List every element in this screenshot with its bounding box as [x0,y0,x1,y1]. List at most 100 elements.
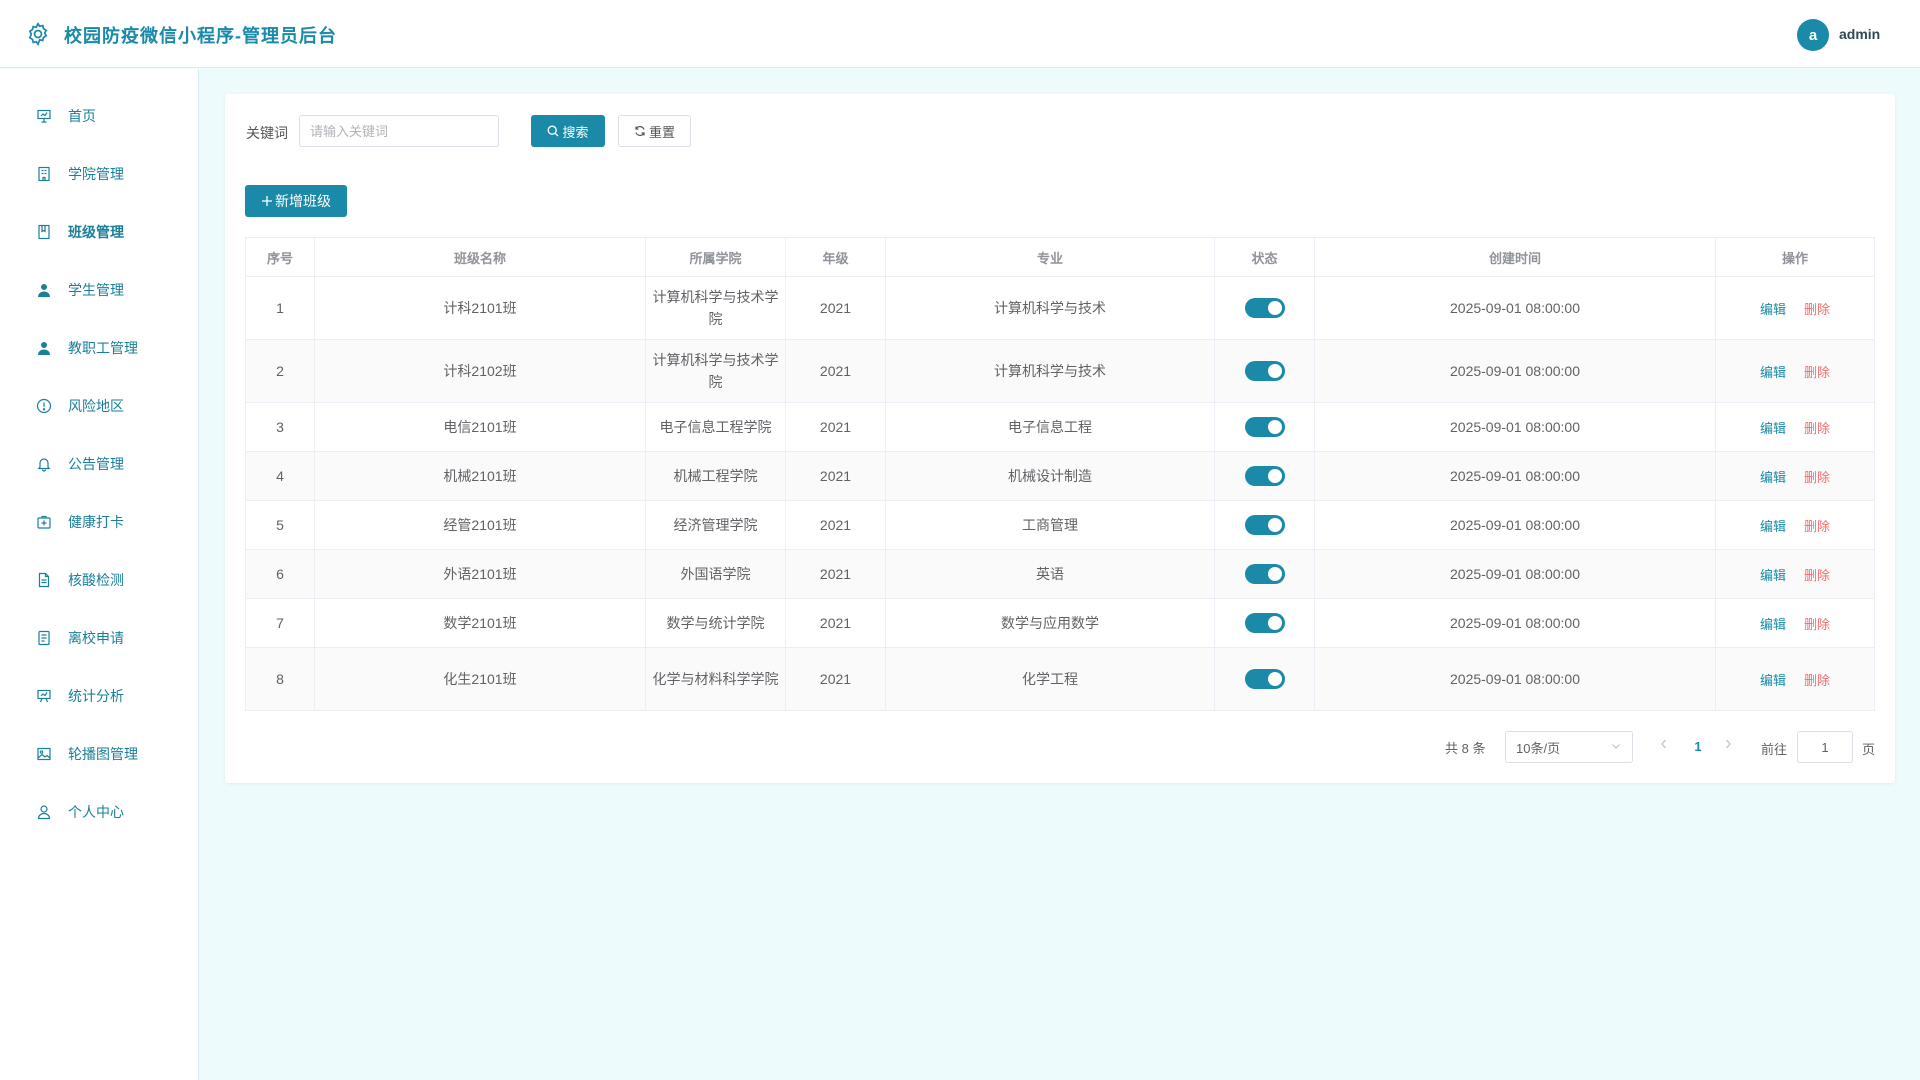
cell-name: 数学2101班 [314,598,646,648]
cell-major: 工商管理 [885,500,1215,550]
sidebar-item-home[interactable]: 首页 [0,94,199,138]
status-toggle[interactable] [1244,361,1285,381]
add-class-button-label: 新增班级 [275,193,331,209]
delete-link[interactable]: 删除 [1804,302,1830,317]
edit-link[interactable]: 编辑 [1760,470,1786,485]
delete-link[interactable]: 删除 [1804,421,1830,436]
edit-link[interactable]: 编辑 [1760,421,1786,436]
sidebar-item-notice[interactable]: 公告管理 [0,442,199,486]
sidebar: 首页 学院管理 班级管理 学生管理 教职工管理 风险地区 公告管理 健康打卡 核… [0,69,199,1080]
delete-link[interactable]: 删除 [1804,365,1830,380]
first-aid-kit-icon [37,515,51,529]
bell-icon [37,458,51,472]
cell-college: 化学与材料科学学院 [645,647,786,711]
edit-link[interactable]: 编辑 [1760,519,1786,534]
sidebar-item-profile[interactable]: 个人中心 [0,790,199,834]
edit-link[interactable]: 编辑 [1760,365,1786,380]
cell-grade: 2021 [785,598,886,648]
sidebar-item-carousel[interactable]: 轮播图管理 [0,732,199,776]
cell-grade: 2021 [785,339,886,403]
edit-link[interactable]: 编辑 [1760,568,1786,583]
cell-created: 2025-09-01 08:00:00 [1314,402,1716,452]
cell-created: 2025-09-01 08:00:00 [1314,500,1716,550]
user-filled-icon [38,342,50,355]
cell-grade: 2021 [785,276,886,340]
app-title: 校园防疫微信小程序-管理员后台 [64,26,337,46]
sidebar-item-label: 统计分析 [68,688,124,704]
column-header-college: 所属学院 [645,237,786,277]
class-table: 序号 班级名称 所属学院 年级 专业 状态 创建时间 操作 1 计科2101班 … [245,237,1875,711]
cell-grade: 2021 [785,549,886,599]
status-toggle[interactable] [1244,466,1285,486]
college-text: 计算机科学与技术学院 [652,289,779,327]
cell-name: 计科2101班 [314,276,646,340]
cell-actions: 编辑 删除 [1715,402,1875,452]
sidebar-item-class[interactable]: 班级管理 [0,210,199,254]
delete-link[interactable]: 删除 [1804,470,1830,485]
status-toggle[interactable] [1244,669,1285,689]
warning-circle-icon [36,398,52,414]
cell-created: 2025-09-01 08:00:00 [1314,339,1716,403]
keyword-input[interactable] [299,115,499,147]
sidebar-item-risk-area[interactable]: 风险地区 [0,384,199,428]
edit-link[interactable]: 编辑 [1760,617,1786,632]
plus-icon [262,196,272,206]
cell-major: 计算机科学与技术 [885,339,1215,403]
cell-created: 2025-09-01 08:00:00 [1314,598,1716,648]
sidebar-item-label: 班级管理 [68,224,124,240]
cell-grade: 2021 [785,647,886,711]
current-page-number[interactable]: 1 [1688,737,1708,757]
status-toggle[interactable] [1244,417,1285,437]
cell-no: 7 [245,598,315,648]
college-text: 经济管理学院 [673,517,758,533]
avatar[interactable]: a [1797,19,1829,51]
cell-created: 2025-09-01 08:00:00 [1314,647,1716,711]
cell-name: 化生2101班 [314,647,646,711]
cell-status [1214,276,1315,340]
delete-link[interactable]: 删除 [1804,568,1830,583]
delete-link[interactable]: 删除 [1804,617,1830,632]
user-filled-icon [38,284,50,297]
cell-status [1214,451,1315,501]
delete-link[interactable]: 删除 [1804,519,1830,534]
sidebar-item-label: 学院管理 [68,166,124,182]
sidebar-item-health-checkin[interactable]: 健康打卡 [0,500,199,544]
edit-link[interactable]: 编辑 [1760,302,1786,317]
cell-actions: 编辑 删除 [1715,647,1875,711]
prev-page-button[interactable] [1656,737,1672,757]
edit-link[interactable]: 编辑 [1760,673,1786,688]
sidebar-item-label: 教职工管理 [68,340,138,356]
cell-college: 计算机科学与技术学院 [645,276,786,340]
cell-name: 机械2101班 [314,451,646,501]
cell-college: 数学与统计学院 [645,598,786,648]
goto-page-input[interactable] [1797,731,1853,763]
reset-button[interactable]: 重置 [618,115,691,147]
cell-college: 电子信息工程学院 [645,402,786,452]
add-class-button[interactable]: 新增班级 [245,185,347,217]
cell-name: 计科2102班 [314,339,646,403]
book-icon [38,224,50,240]
table-row: 4 机械2101班 机械工程学院 2021 机械设计制造 2025-09-01 … [245,451,1875,501]
table-row: 2 计科2102班 计算机科学与技术学院 2021 计算机科学与技术 2025-… [245,339,1875,403]
cell-actions: 编辑 删除 [1715,451,1875,501]
cell-name: 经管2101班 [314,500,646,550]
status-toggle[interactable] [1244,298,1285,318]
sidebar-item-staff[interactable]: 教职工管理 [0,326,199,370]
search-button[interactable]: 搜索 [531,115,605,147]
sidebar-item-label: 核酸检测 [68,572,124,588]
cell-no: 2 [245,339,315,403]
sidebar-item-student[interactable]: 学生管理 [0,268,199,312]
keyword-label: 关键词 [246,125,288,141]
status-toggle[interactable] [1244,564,1285,584]
sidebar-item-leave-school[interactable]: 离校申请 [0,616,199,660]
sidebar-item-college[interactable]: 学院管理 [0,152,199,196]
user-name[interactable]: admin [1839,26,1880,42]
delete-link[interactable]: 删除 [1804,673,1830,688]
status-toggle[interactable] [1244,613,1285,633]
cell-no: 8 [245,647,315,711]
status-toggle[interactable] [1244,515,1285,535]
sidebar-item-nucleic-test[interactable]: 核酸检测 [0,558,199,602]
sidebar-item-statistics[interactable]: 统计分析 [0,674,199,718]
next-page-button[interactable] [1720,737,1736,757]
page-size-select[interactable]: 10条/页 [1505,731,1633,763]
